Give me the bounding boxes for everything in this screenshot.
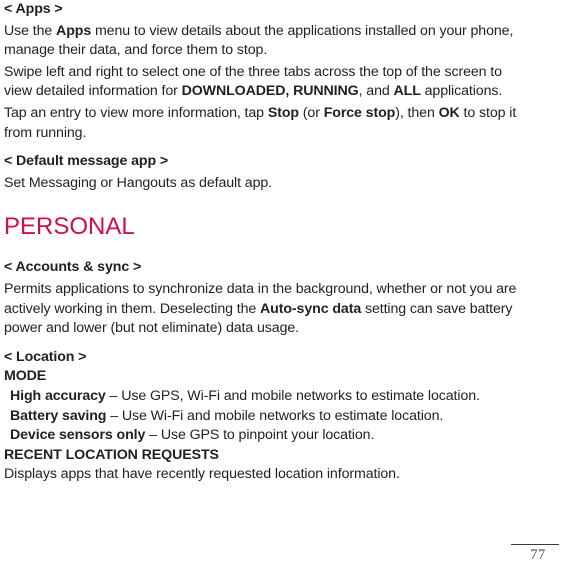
paragraph-accounts-sync: Permits applications to synchronize data… — [4, 280, 518, 339]
category-heading-personal: PERSONAL — [4, 213, 135, 241]
subheading-mode: MODE — [4, 368, 47, 385]
run-text: applications. — [420, 83, 503, 100]
mode-item-battery-saving: Battery saving – Use Wi-Fi and mobile ne… — [4, 407, 518, 427]
page-content: < Apps > Use the Apps menu to view detai… — [4, 0, 518, 485]
subheading-recent-location-requests: RECENT LOCATION REQUESTS — [4, 446, 219, 463]
page-number: 77 — [530, 547, 546, 563]
run-bold-ok: OK — [438, 104, 460, 121]
run-bold-apps: Apps — [56, 22, 92, 39]
run-text: Tap an entry to view more information, t… — [4, 104, 268, 121]
run-bold-all: ALL — [393, 83, 421, 100]
run-text: ), then — [395, 104, 439, 121]
paragraph-apps-2: Swipe left and right to select one of th… — [4, 63, 518, 102]
paragraph-recent-location-requests: Displays apps that have recently request… — [4, 466, 400, 483]
run-text: Use the — [4, 22, 57, 39]
mode-description: Use GPS, Wi-Fi and mobile networks to es… — [121, 387, 480, 404]
mode-item-high-accuracy: High accuracy – Use GPS, Wi-Fi and mobil… — [4, 387, 518, 407]
section-heading-location: < Location > — [4, 348, 87, 365]
mode-dash: – — [145, 427, 161, 444]
paragraph-default-message-app: Set Messaging or Hangouts as default app… — [4, 174, 518, 194]
run-text: (or — [298, 104, 324, 121]
run-bold-auto-sync-data: Auto-sync data — [260, 300, 362, 317]
paragraph-apps-1: Use the Apps menu to view details about … — [4, 22, 518, 61]
run-bold-force-stop: Force stop — [323, 104, 396, 121]
run-bold-stop: Stop — [267, 104, 299, 121]
manual-page: < Apps > Use the Apps menu to view detai… — [0, 0, 565, 567]
page-footer: 77 — [495, 544, 565, 564]
mode-term: Battery saving — [10, 407, 107, 424]
section-heading-accounts-sync: < Accounts & sync > — [4, 259, 142, 276]
mode-term: Device sensors only — [10, 427, 146, 444]
run-text: , and — [358, 83, 394, 100]
mode-description: Use Wi-Fi and mobile networks to estimat… — [121, 407, 444, 424]
mode-item-device-sensors-only: Device sensors only – Use GPS to pinpoin… — [4, 426, 518, 446]
section-heading-default-message-app: < Default message app > — [4, 153, 169, 170]
mode-term: High accuracy — [10, 387, 106, 404]
section-heading-apps: < Apps > — [4, 1, 63, 17]
footer-divider — [511, 544, 559, 545]
mode-dash: – — [105, 387, 122, 404]
paragraph-apps-3: Tap an entry to view more information, t… — [4, 104, 518, 143]
run-text: Set Messaging or Hangouts as default app… — [4, 174, 272, 191]
mode-dash: – — [106, 407, 122, 424]
run-bold-downloaded-running: DOWNLOADED, RUNNING — [181, 83, 359, 100]
mode-description: Use GPS to pinpoint your location. — [160, 427, 375, 444]
